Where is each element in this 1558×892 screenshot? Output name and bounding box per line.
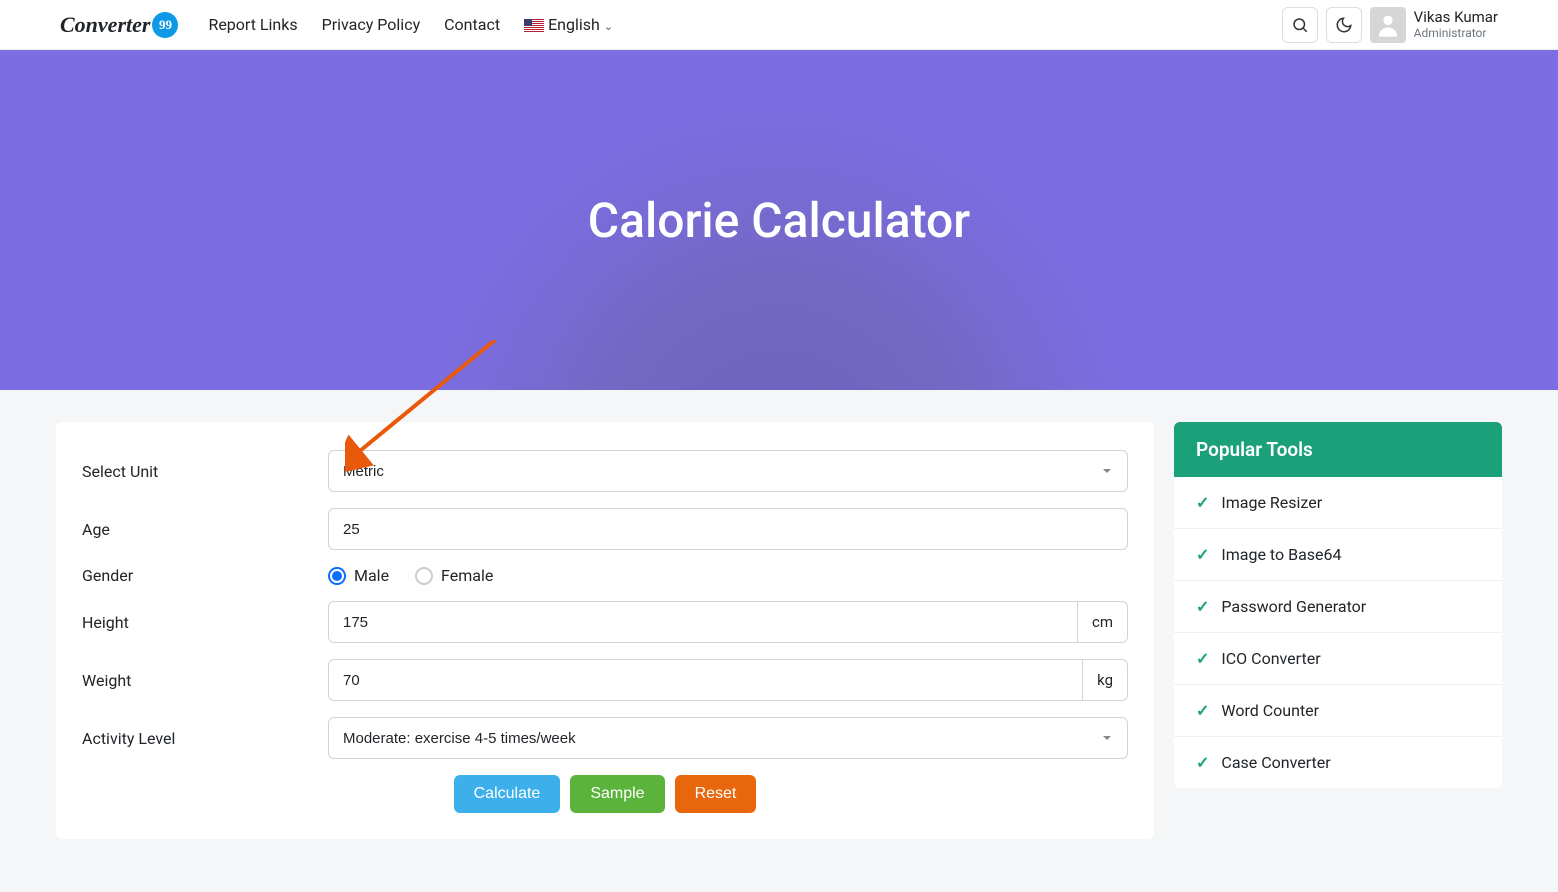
tool-label: Word Counter <box>1221 701 1319 720</box>
gender-radio-group: Male Female <box>328 566 1128 585</box>
logo-text: Converter <box>60 12 150 38</box>
check-icon: ✓ <box>1196 545 1209 564</box>
activity-label: Activity Level <box>82 729 328 748</box>
calculator-form: Select Unit Metric Age Gender Male <box>56 422 1154 839</box>
height-input[interactable] <box>328 601 1078 643</box>
search-button[interactable] <box>1282 7 1318 43</box>
tool-item[interactable]: ✓ Password Generator <box>1174 581 1502 633</box>
check-icon: ✓ <box>1196 597 1209 616</box>
tool-item[interactable]: ✓ Image to Base64 <box>1174 529 1502 581</box>
tool-label: Image to Base64 <box>1221 545 1341 564</box>
height-unit: cm <box>1078 601 1128 643</box>
moon-icon <box>1335 16 1353 34</box>
tool-label: Password Generator <box>1221 597 1366 616</box>
button-row: Calculate Sample Reset <box>82 775 1128 813</box>
weight-unit: kg <box>1083 659 1128 701</box>
activity-select[interactable]: Moderate: exercise 4-5 times/week <box>328 717 1128 759</box>
tool-list: ✓ Image Resizer ✓ Image to Base64 ✓ Passwor… <box>1174 477 1502 788</box>
nav-language[interactable]: English ⌄ <box>524 15 613 34</box>
page-title: Calorie Calculator <box>588 192 970 249</box>
radio-icon <box>415 567 433 585</box>
check-icon: ✓ <box>1196 701 1209 720</box>
gender-female-radio[interactable]: Female <box>415 566 493 585</box>
age-input[interactable] <box>328 508 1128 550</box>
unit-label: Select Unit <box>82 462 328 481</box>
tool-label: Case Converter <box>1221 753 1330 772</box>
user-name: Vikas Kumar <box>1414 8 1498 26</box>
gender-female-label: Female <box>441 566 493 585</box>
user-info[interactable]: Vikas Kumar Administrator <box>1414 8 1498 40</box>
user-icon <box>1374 11 1402 39</box>
tool-label: Image Resizer <box>1221 493 1322 512</box>
theme-toggle[interactable] <box>1326 7 1362 43</box>
check-icon: ✓ <box>1196 753 1209 772</box>
flag-icon <box>524 19 544 32</box>
gender-label: Gender <box>82 566 328 585</box>
logo[interactable]: Converter99 <box>60 12 178 38</box>
popular-tools-title: Popular Tools <box>1174 422 1502 477</box>
age-label: Age <box>82 520 328 539</box>
gender-male-label: Male <box>354 566 389 585</box>
nav-language-label: English <box>548 15 600 34</box>
sample-button[interactable]: Sample <box>570 775 664 813</box>
check-icon: ✓ <box>1196 493 1209 512</box>
tool-item[interactable]: ✓ Word Counter <box>1174 685 1502 737</box>
check-icon: ✓ <box>1196 649 1209 668</box>
nav-privacy-policy[interactable]: Privacy Policy <box>322 15 421 34</box>
user-role: Administrator <box>1414 26 1498 40</box>
nav-report-links[interactable]: Report Links <box>208 15 297 34</box>
height-label: Height <box>82 613 328 632</box>
radio-icon <box>328 567 346 585</box>
nav-contact[interactable]: Contact <box>444 15 500 34</box>
main-nav: Report Links Privacy Policy Contact Engl… <box>208 15 613 34</box>
weight-label: Weight <box>82 671 328 690</box>
calculate-button[interactable]: Calculate <box>454 775 561 813</box>
tool-item[interactable]: ✓ Image Resizer <box>1174 477 1502 529</box>
hero: Calorie Calculator <box>0 50 1558 390</box>
header: Converter99 Report Links Privacy Policy … <box>0 0 1558 50</box>
weight-input[interactable] <box>328 659 1083 701</box>
popular-tools-panel: Popular Tools ✓ Image Resizer ✓ Image to B… <box>1174 422 1502 788</box>
tool-item[interactable]: ✓ ICO Converter <box>1174 633 1502 685</box>
sidebar: Popular Tools ✓ Image Resizer ✓ Image to B… <box>1174 422 1502 839</box>
avatar[interactable] <box>1370 7 1406 43</box>
tool-item[interactable]: ✓ Case Converter <box>1174 737 1502 788</box>
content: Select Unit Metric Age Gender Male <box>0 390 1558 871</box>
header-right: Vikas Kumar Administrator <box>1282 7 1498 43</box>
gender-male-radio[interactable]: Male <box>328 566 389 585</box>
tool-label: ICO Converter <box>1221 649 1320 668</box>
chevron-down-icon: ⌄ <box>604 20 613 33</box>
unit-select[interactable]: Metric <box>328 450 1128 492</box>
search-icon <box>1291 16 1309 34</box>
logo-badge: 99 <box>152 12 178 38</box>
reset-button[interactable]: Reset <box>675 775 757 813</box>
